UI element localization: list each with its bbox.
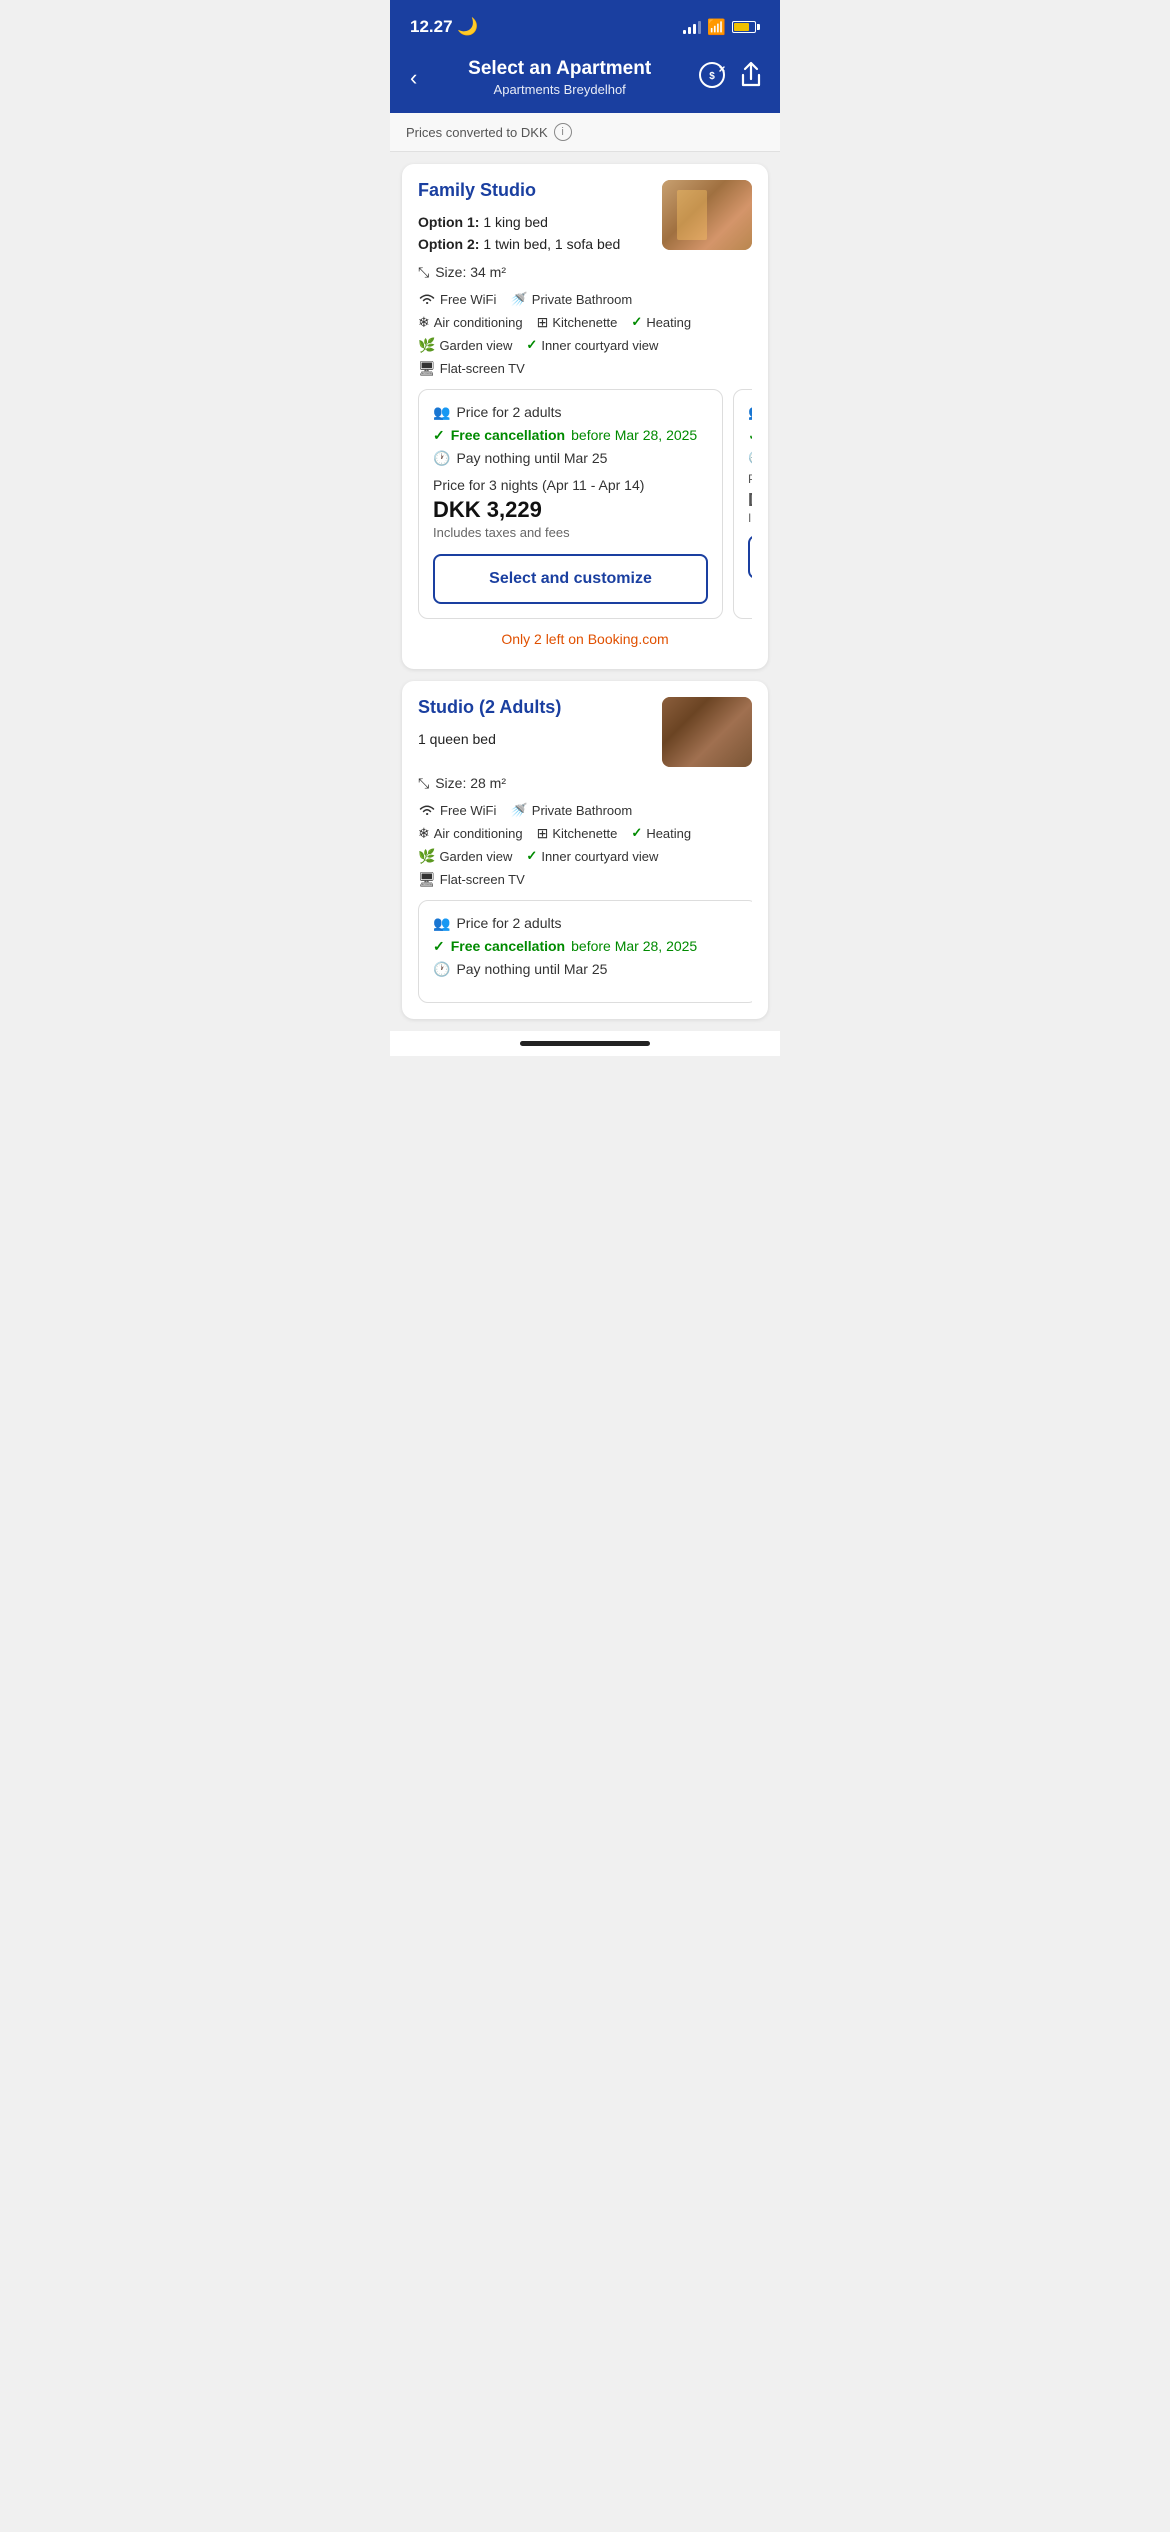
pricing-scroll-2: 👥 Price for 2 adults ✓ Free cancellation… bbox=[418, 900, 752, 1003]
status-icons: 📶 bbox=[683, 18, 760, 36]
price-notice: Prices converted to DKK i bbox=[390, 113, 780, 152]
price-label: Price for 3 nights (Apr 11 - Apr 14) bbox=[433, 477, 708, 493]
moon-icon: 🌙 bbox=[457, 17, 478, 36]
amenity-kitchenette: ⊞ Kitchenette bbox=[537, 314, 618, 331]
home-indicator bbox=[390, 1031, 780, 1056]
availability-notice-1: Only 2 left on Booking.com bbox=[418, 619, 752, 653]
pay-notice2-row: 🕐 Pay nothing until Mar 25 bbox=[433, 961, 743, 978]
amenity2-bathroom: 🚿 Private Bathroom bbox=[510, 802, 632, 819]
amenity-tv: 🖥 Flat-screen TV bbox=[418, 360, 525, 377]
garden-icon: 🌿 bbox=[418, 337, 435, 354]
bathroom-amenity-icon: 🚿 bbox=[510, 291, 527, 308]
check-courtyard-icon: ✓ bbox=[526, 337, 537, 353]
ac-amenity-icon: ❄ bbox=[418, 314, 430, 331]
select-customize-button-1[interactable]: Select and customize bbox=[433, 554, 708, 604]
pricing-card-1-partial: 👥 Pri ✓ Fre 🕐 Pay Price f DKK ... Includ… bbox=[733, 389, 752, 619]
amenity-wifi: Free WiFi bbox=[418, 291, 496, 308]
guests-icon: 👥 bbox=[433, 404, 450, 421]
bathroom2-icon: 🚿 bbox=[510, 802, 527, 819]
apt-title-2: Studio (2 Adults) bbox=[418, 697, 561, 718]
header-title-block: Select an Apartment Apartments Breydelho… bbox=[421, 58, 698, 97]
page-subtitle: Apartments Breydelhof bbox=[421, 82, 698, 97]
share-icon[interactable] bbox=[738, 61, 764, 95]
check2-cancel-icon: ✓ bbox=[433, 938, 445, 955]
guests-row: 👥 Price for 2 adults bbox=[433, 404, 708, 421]
check2-courtyard-icon: ✓ bbox=[526, 848, 537, 864]
free-cancel-row: ✓ Free cancellation before Mar 28, 2025 bbox=[433, 427, 708, 444]
apt-options-2: 1 queen bed bbox=[418, 728, 561, 750]
tv-icon: 🖥 bbox=[418, 360, 436, 377]
apt-options-1: Option 1: 1 king bed Option 2: 1 twin be… bbox=[418, 211, 620, 256]
tv2-icon: 🖥 bbox=[418, 871, 436, 888]
guests2-row: 👥 Price for 2 adults bbox=[433, 915, 743, 932]
signal-icon bbox=[683, 20, 701, 34]
clock-icon: 🕐 bbox=[433, 450, 450, 467]
amenities-2: Free WiFi 🚿 Private Bathroom ❄ Air condi… bbox=[418, 802, 752, 888]
amenity2-wifi: Free WiFi bbox=[418, 802, 496, 819]
amenity-ac: ❄ Air conditioning bbox=[418, 314, 523, 331]
info-icon[interactable]: i bbox=[554, 123, 572, 141]
amenity-bathroom: 🚿 Private Bathroom bbox=[510, 291, 632, 308]
apartment-card-2: Studio (2 Adults) 1 queen bed ⤡ Size: 28… bbox=[402, 681, 768, 1019]
page-title: Select an Apartment bbox=[421, 58, 698, 80]
check2-heating-icon: ✓ bbox=[631, 825, 642, 841]
home-bar bbox=[520, 1041, 650, 1046]
apartment-card-1: Family Studio Option 1: 1 king bed Optio… bbox=[402, 164, 768, 669]
kitchenette-icon: ⊞ bbox=[537, 314, 549, 331]
apt-title-1: Family Studio bbox=[418, 180, 620, 201]
bed-type: 1 queen bed bbox=[418, 731, 496, 747]
wifi2-icon bbox=[418, 802, 436, 819]
apt-header-1: Family Studio Option 1: 1 king bed Optio… bbox=[418, 180, 752, 256]
price-notice-text: Prices converted to DKK bbox=[406, 125, 548, 140]
price-main: DKK 3,229 bbox=[433, 497, 708, 523]
pricing-card-2-main: 👥 Price for 2 adults ✓ Free cancellation… bbox=[418, 900, 752, 1003]
status-bar: 12.27 🌙 📶 bbox=[390, 0, 780, 50]
size-icon-1: ⤡ bbox=[418, 264, 429, 281]
apt-header-2: Studio (2 Adults) 1 queen bed bbox=[418, 697, 752, 767]
garden2-icon: 🌿 bbox=[418, 848, 435, 865]
pricing-scroll-1[interactable]: 👥 Price for 2 adults ✓ Free cancellation… bbox=[418, 389, 752, 619]
check-cancel-icon: ✓ bbox=[433, 427, 445, 444]
apt-size-1: ⤡ Size: 34 m² bbox=[418, 264, 752, 281]
main-content: Family Studio Option 1: 1 king bed Optio… bbox=[390, 152, 780, 1031]
clock2-icon: 🕐 bbox=[433, 961, 450, 978]
size-icon-2: ⤡ bbox=[418, 775, 429, 792]
wifi-amenity-icon bbox=[418, 291, 436, 308]
pay-notice-row: 🕐 Pay nothing until Mar 25 bbox=[433, 450, 708, 467]
apt-photo-1 bbox=[662, 180, 752, 250]
pricing-card-1-main: 👥 Price for 2 adults ✓ Free cancellation… bbox=[418, 389, 723, 619]
status-time: 12.27 🌙 bbox=[410, 17, 478, 37]
amenity-garden: 🌿 Garden view bbox=[418, 337, 512, 354]
amenity2-ac: ❄ Air conditioning bbox=[418, 825, 523, 842]
check-heating-icon: ✓ bbox=[631, 314, 642, 330]
amenity2-garden: 🌿 Garden view bbox=[418, 848, 512, 865]
header-actions: $ bbox=[698, 61, 764, 95]
kitchenette2-icon: ⊞ bbox=[537, 825, 549, 842]
back-button[interactable]: ‹ bbox=[406, 61, 421, 95]
currency-icon[interactable]: $ bbox=[698, 61, 726, 95]
amenity2-tv: 🖥 Flat-screen TV bbox=[418, 871, 525, 888]
apt-photo-2 bbox=[662, 697, 752, 767]
battery-icon bbox=[732, 21, 760, 33]
wifi-icon: 📶 bbox=[707, 18, 726, 36]
free-cancel2-row: ✓ Free cancellation before Mar 28, 2025 bbox=[433, 938, 743, 955]
amenity-courtyard: ✓ Inner courtyard view bbox=[526, 337, 658, 354]
amenity2-courtyard: ✓ Inner courtyard view bbox=[526, 848, 658, 865]
amenities-1: Free WiFi 🚿 Private Bathroom ❄ Air condi… bbox=[418, 291, 752, 377]
amenity-heating: ✓ Heating bbox=[631, 314, 691, 331]
amenity2-kitchenette: ⊞ Kitchenette bbox=[537, 825, 618, 842]
ac2-icon: ❄ bbox=[418, 825, 430, 842]
guests2-icon: 👥 bbox=[433, 915, 450, 932]
svg-text:$: $ bbox=[709, 71, 715, 82]
price-sub: Includes taxes and fees bbox=[433, 525, 708, 540]
apt-size-2: ⤡ Size: 28 m² bbox=[418, 775, 752, 792]
header: ‹ Select an Apartment Apartments Breydel… bbox=[390, 50, 780, 113]
amenity2-heating: ✓ Heating bbox=[631, 825, 691, 842]
